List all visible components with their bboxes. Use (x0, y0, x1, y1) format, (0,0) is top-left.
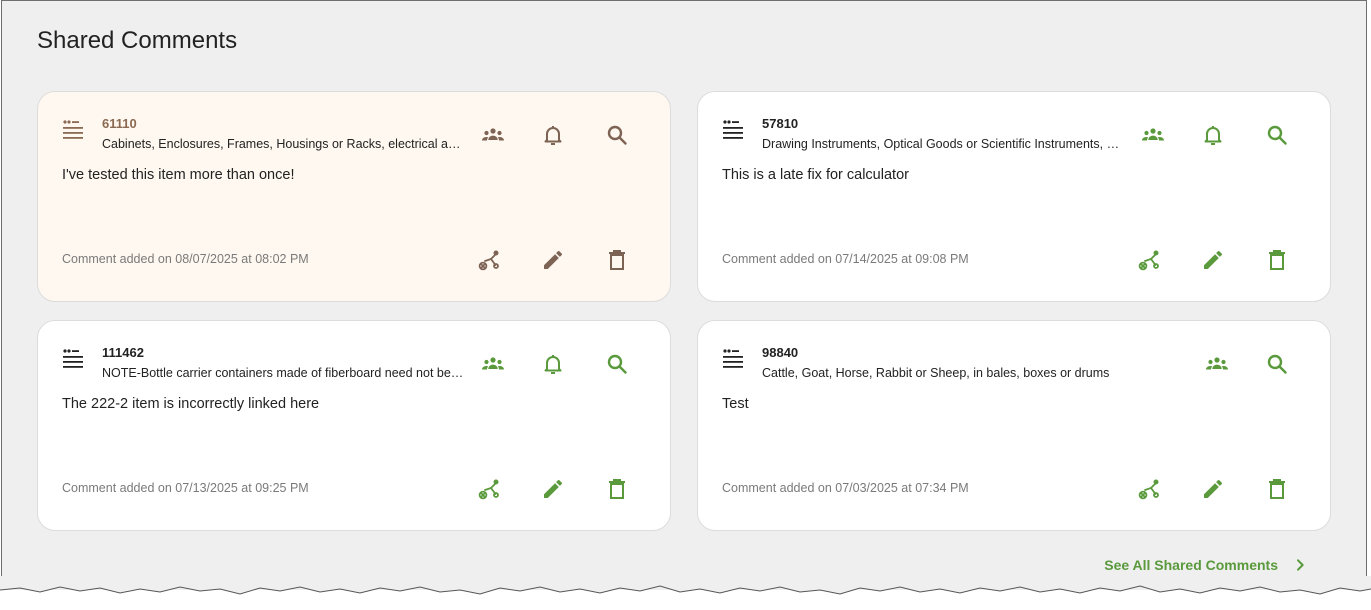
see-all-label: See All Shared Comments (1104, 557, 1278, 573)
item-description: Cattle, Goat, Horse, Rabbit or Sheep, in… (762, 366, 1110, 380)
pencil-icon (1204, 250, 1223, 269)
group-button[interactable] (1199, 346, 1235, 382)
trash-icon (1269, 479, 1285, 499)
notes-list-icon (63, 349, 83, 368)
item-description: Cabinets, Enclosures, Frames, Housings o… (102, 137, 464, 151)
pencil-icon (544, 250, 563, 269)
unlink-icon (478, 479, 499, 500)
group-button[interactable] (475, 117, 511, 153)
notes-list-icon (723, 120, 743, 139)
group-button[interactable] (475, 346, 511, 382)
unlink-button[interactable] (471, 471, 507, 507)
search-icon (1267, 354, 1287, 374)
item-id: 61110 (102, 116, 137, 131)
search-button[interactable] (1259, 117, 1295, 153)
group-icon (1206, 357, 1228, 370)
chevron-right-icon (1297, 559, 1304, 571)
comment-date: Comment added on 08/07/2025 at 08:02 PM (62, 252, 309, 266)
delete-button[interactable] (1259, 242, 1295, 278)
comment-card[interactable]: 111462 NOTE-Bottle carrier containers ma… (37, 320, 671, 531)
unlink-icon (1138, 479, 1159, 500)
notify-button[interactable] (1195, 117, 1231, 153)
comment-text: The 222-2 item is incorrectly linked her… (62, 396, 320, 412)
comment-date: Comment added on 07/03/2025 at 07:34 PM (722, 481, 969, 495)
comment-text: This is a late fix for calculator (722, 167, 909, 183)
group-icon (482, 128, 504, 141)
unlink-button[interactable] (1131, 242, 1167, 278)
search-button[interactable] (1259, 346, 1295, 382)
unlink-icon (1138, 250, 1159, 271)
trash-icon (609, 479, 625, 499)
group-icon (1142, 128, 1164, 141)
trash-icon (609, 250, 625, 270)
bell-icon (1204, 126, 1222, 145)
search-icon (607, 125, 627, 145)
page-title: Shared Comments (37, 27, 238, 54)
comment-text: I've tested this item more than once! (62, 167, 295, 183)
search-button[interactable] (599, 117, 635, 153)
comment-date: Comment added on 07/13/2025 at 09:25 PM (62, 481, 309, 495)
edit-button[interactable] (535, 242, 571, 278)
unlink-icon (478, 250, 499, 271)
edit-button[interactable] (535, 471, 571, 507)
notify-button[interactable] (535, 117, 571, 153)
comment-card[interactable]: 98840 Cattle, Goat, Horse, Rabbit or She… (697, 320, 1331, 531)
trash-icon (1269, 250, 1285, 270)
edit-button[interactable] (1195, 242, 1231, 278)
notify-button[interactable] (535, 346, 571, 382)
delete-button[interactable] (599, 242, 635, 278)
comment-text: Test (722, 396, 749, 412)
bell-icon (544, 126, 562, 145)
search-icon (607, 354, 627, 374)
see-all-shared-comments-link[interactable]: See All Shared Comments (1104, 557, 1308, 573)
notes-list-icon (63, 120, 83, 139)
item-id: 57810 (762, 116, 799, 131)
torn-edge-decoration (0, 576, 1371, 595)
unlink-button[interactable] (471, 242, 507, 278)
item-description: NOTE-Bottle carrier containers made of f… (102, 366, 464, 380)
comment-card[interactable]: 61110 Cabinets, Enclosures, Frames, Hous… (37, 91, 671, 302)
search-icon (1267, 125, 1287, 145)
delete-button[interactable] (1259, 471, 1295, 507)
edit-button[interactable] (1195, 471, 1231, 507)
item-id: 111462 (102, 345, 144, 360)
pencil-icon (1204, 479, 1223, 498)
unlink-button[interactable] (1131, 471, 1167, 507)
item-description: Drawing Instruments, Optical Goods or Sc… (762, 137, 1124, 151)
notes-list-icon (723, 349, 743, 368)
bell-icon (544, 355, 562, 374)
group-icon (482, 357, 504, 370)
item-id: 98840 (762, 345, 799, 360)
pencil-icon (544, 479, 563, 498)
shared-comments-panel: Shared Comments 61110 Cabinets, Enclosur… (1, 0, 1367, 590)
comment-date: Comment added on 07/14/2025 at 09:08 PM (722, 252, 969, 266)
group-button[interactable] (1135, 117, 1171, 153)
search-button[interactable] (599, 346, 635, 382)
comment-card[interactable]: 57810 Drawing Instruments, Optical Goods… (697, 91, 1331, 302)
delete-button[interactable] (599, 471, 635, 507)
